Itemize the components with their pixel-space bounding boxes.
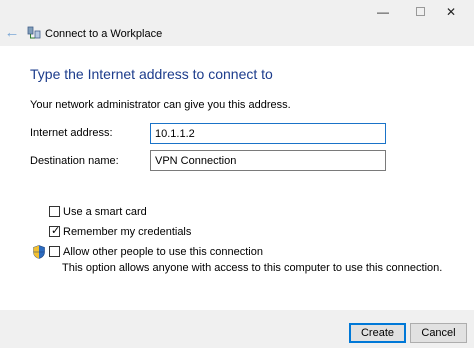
remember-credentials-checkbox[interactable]: ✓ [49,225,61,237]
back-arrow-icon[interactable]: ← [4,25,20,41]
network-connection-icon [27,26,41,39]
allow-others-checkbox[interactable] [49,246,60,257]
page-heading: Type the Internet address to connect to [30,66,273,82]
smart-card-label[interactable]: Use a smart card [63,206,147,218]
allow-others-label[interactable]: Allow other people to use this connectio… [63,246,263,258]
destination-name-input[interactable] [150,150,386,171]
allow-others-description: This option allows anyone with access to… [62,262,443,274]
internet-address-label: Internet address: [30,127,113,139]
checkmark-icon: ✓ [51,225,61,237]
remember-credentials-label[interactable]: Remember my credentials [63,226,191,238]
uac-shield-icon [33,245,45,259]
cancel-button[interactable]: Cancel [410,323,467,343]
destination-name-label: Destination name: [30,155,119,167]
internet-address-input[interactable] [150,123,386,144]
smart-card-checkbox[interactable] [49,206,60,217]
window-title: Connect to a Workplace [45,28,163,40]
title-bar: ← Connect to a Workplace — ✕ [0,0,474,46]
create-button[interactable]: Create [349,323,406,343]
close-icon[interactable]: ✕ [428,0,474,24]
info-text: Your network administrator can give you … [30,99,291,111]
